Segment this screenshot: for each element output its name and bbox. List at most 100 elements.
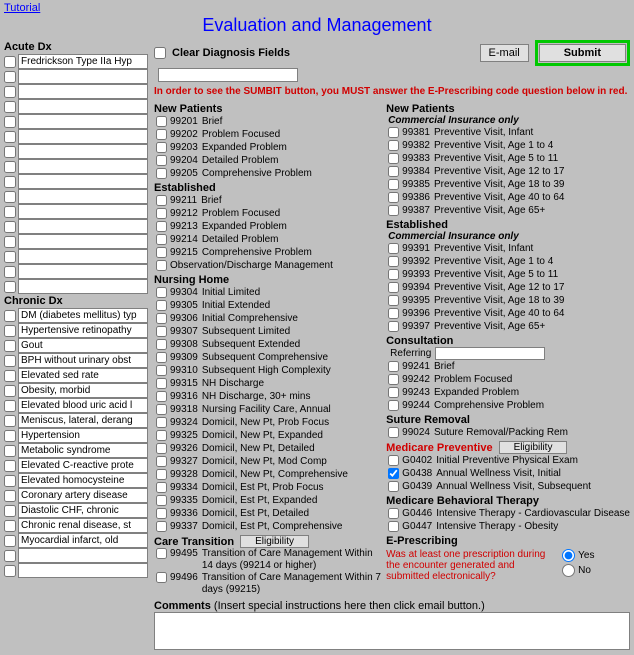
- code-checkbox[interactable]: [156, 116, 167, 127]
- chronic-dx-input[interactable]: [18, 458, 148, 473]
- chronic-dx-input[interactable]: [18, 488, 148, 503]
- code-checkbox[interactable]: [156, 495, 167, 506]
- code-checkbox[interactable]: [388, 179, 399, 190]
- code-checkbox[interactable]: [388, 295, 399, 306]
- code-checkbox[interactable]: [156, 142, 167, 153]
- eprescribe-no-radio[interactable]: [562, 564, 575, 577]
- acute-dx-input[interactable]: [18, 204, 148, 219]
- chronic-dx-checkbox[interactable]: [4, 460, 16, 472]
- code-checkbox[interactable]: [156, 417, 167, 428]
- code-checkbox[interactable]: [388, 427, 399, 438]
- code-checkbox[interactable]: [388, 508, 399, 519]
- acute-dx-checkbox[interactable]: [4, 161, 16, 173]
- code-checkbox[interactable]: [156, 208, 167, 219]
- chronic-dx-input[interactable]: [18, 533, 148, 548]
- acute-dx-checkbox[interactable]: [4, 116, 16, 128]
- chronic-dx-checkbox[interactable]: [4, 505, 16, 517]
- code-checkbox[interactable]: [156, 326, 167, 337]
- acute-dx-checkbox[interactable]: [4, 86, 16, 98]
- chronic-dx-checkbox[interactable]: [4, 415, 16, 427]
- chronic-dx-input[interactable]: [18, 383, 148, 398]
- code-checkbox[interactable]: [156, 404, 167, 415]
- code-checkbox[interactable]: [388, 269, 399, 280]
- acute-dx-checkbox[interactable]: [4, 176, 16, 188]
- acute-dx-checkbox[interactable]: [4, 236, 16, 248]
- chronic-dx-input[interactable]: [18, 308, 148, 323]
- chronic-dx-checkbox[interactable]: [4, 490, 16, 502]
- acute-dx-input[interactable]: [18, 129, 148, 144]
- code-checkbox[interactable]: [156, 365, 167, 376]
- code-checkbox[interactable]: [388, 205, 399, 216]
- chronic-dx-input[interactable]: [18, 563, 148, 578]
- code-checkbox[interactable]: [388, 243, 399, 254]
- acute-dx-input[interactable]: [18, 84, 148, 99]
- code-checkbox[interactable]: [156, 548, 167, 559]
- code-checkbox[interactable]: [388, 166, 399, 177]
- chronic-dx-input[interactable]: [18, 413, 148, 428]
- code-checkbox[interactable]: [156, 456, 167, 467]
- code-checkbox[interactable]: [156, 129, 167, 140]
- chronic-dx-checkbox[interactable]: [4, 355, 16, 367]
- code-checkbox[interactable]: [388, 374, 399, 385]
- chronic-dx-checkbox[interactable]: [4, 340, 16, 352]
- chronic-dx-input[interactable]: [18, 443, 148, 458]
- code-checkbox[interactable]: [156, 339, 167, 350]
- code-checkbox[interactable]: [388, 308, 399, 319]
- chronic-dx-input[interactable]: [18, 338, 148, 353]
- acute-dx-input[interactable]: [18, 159, 148, 174]
- code-checkbox[interactable]: [388, 192, 399, 203]
- code-checkbox[interactable]: [156, 443, 167, 454]
- code-checkbox[interactable]: [388, 282, 399, 293]
- acute-dx-checkbox[interactable]: [4, 206, 16, 218]
- chronic-dx-checkbox[interactable]: [4, 565, 16, 577]
- code-checkbox[interactable]: [156, 521, 167, 532]
- acute-dx-input[interactable]: [18, 189, 148, 204]
- code-checkbox[interactable]: [388, 153, 399, 164]
- acute-dx-input[interactable]: [18, 234, 148, 249]
- code-checkbox[interactable]: [156, 247, 167, 258]
- chronic-dx-checkbox[interactable]: [4, 475, 16, 487]
- extra-field[interactable]: [158, 68, 298, 82]
- code-checkbox[interactable]: [156, 508, 167, 519]
- comments-textarea[interactable]: [154, 612, 630, 650]
- chronic-dx-input[interactable]: [18, 323, 148, 338]
- acute-dx-input[interactable]: [18, 54, 148, 69]
- acute-dx-input[interactable]: [18, 264, 148, 279]
- code-checkbox[interactable]: [388, 140, 399, 151]
- code-checkbox[interactable]: [156, 168, 167, 179]
- acute-dx-input[interactable]: [18, 69, 148, 84]
- code-checkbox[interactable]: [156, 572, 167, 583]
- clear-diagnosis-checkbox[interactable]: [154, 47, 166, 59]
- code-checkbox[interactable]: [156, 391, 167, 402]
- acute-dx-input[interactable]: [18, 174, 148, 189]
- chronic-dx-input[interactable]: [18, 548, 148, 563]
- acute-dx-checkbox[interactable]: [4, 266, 16, 278]
- acute-dx-checkbox[interactable]: [4, 146, 16, 158]
- code-checkbox[interactable]: [156, 155, 167, 166]
- code-checkbox[interactable]: [156, 260, 167, 271]
- code-checkbox[interactable]: [388, 400, 399, 411]
- code-checkbox[interactable]: [388, 468, 399, 479]
- acute-dx-input[interactable]: [18, 144, 148, 159]
- chronic-dx-checkbox[interactable]: [4, 520, 16, 532]
- acute-dx-input[interactable]: [18, 219, 148, 234]
- code-checkbox[interactable]: [156, 482, 167, 493]
- code-checkbox[interactable]: [388, 127, 399, 138]
- acute-dx-input[interactable]: [18, 114, 148, 129]
- chronic-dx-checkbox[interactable]: [4, 385, 16, 397]
- tutorial-link[interactable]: Tutorial: [4, 2, 40, 14]
- acute-dx-checkbox[interactable]: [4, 56, 16, 68]
- code-checkbox[interactable]: [388, 321, 399, 332]
- code-checkbox[interactable]: [156, 287, 167, 298]
- acute-dx-checkbox[interactable]: [4, 131, 16, 143]
- chronic-dx-input[interactable]: [18, 518, 148, 533]
- acute-dx-checkbox[interactable]: [4, 281, 16, 293]
- code-checkbox[interactable]: [156, 221, 167, 232]
- code-checkbox[interactable]: [156, 352, 167, 363]
- chronic-dx-checkbox[interactable]: [4, 325, 16, 337]
- chronic-dx-checkbox[interactable]: [4, 310, 16, 322]
- acute-dx-checkbox[interactable]: [4, 71, 16, 83]
- code-checkbox[interactable]: [156, 313, 167, 324]
- care-eligibility-button[interactable]: Eligibility: [240, 535, 309, 548]
- code-checkbox[interactable]: [156, 469, 167, 480]
